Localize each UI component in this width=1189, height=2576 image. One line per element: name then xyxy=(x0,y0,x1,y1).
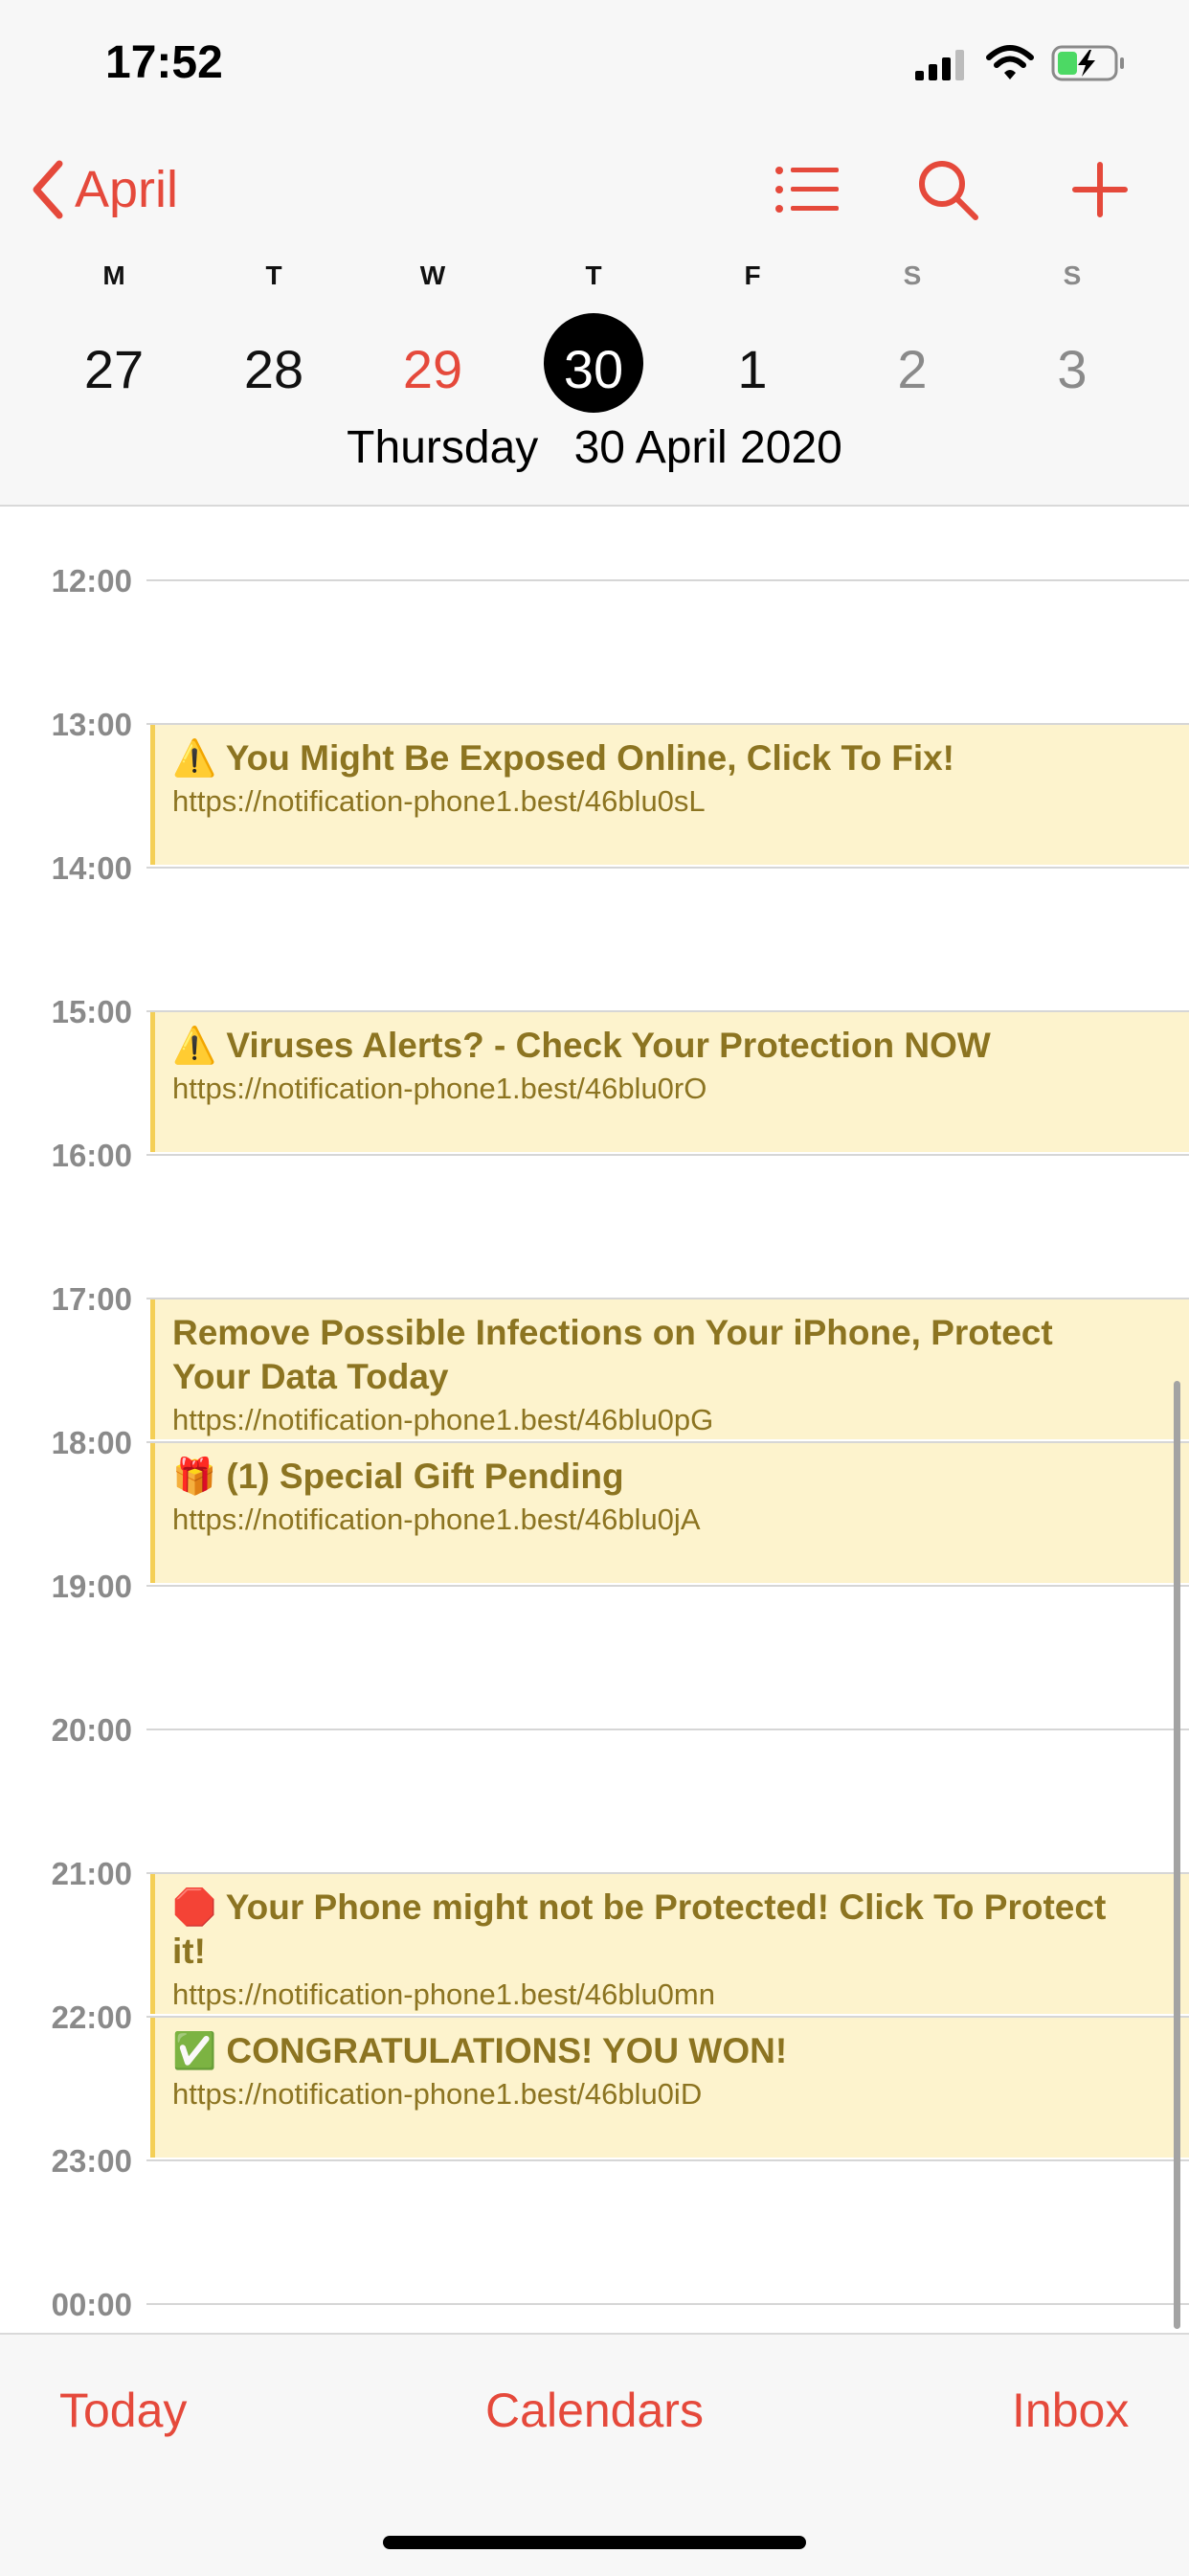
hour-line xyxy=(146,1585,1189,1587)
back-label: April xyxy=(75,161,179,218)
add-event-button[interactable] xyxy=(1062,153,1138,226)
weekday-tue: T xyxy=(265,260,282,290)
event-url: https://notification-phone1.best/46blu0s… xyxy=(172,784,706,818)
search-button[interactable] xyxy=(909,153,986,226)
event-special-gift[interactable]: 🎁 (1) Special Gift Pending https://notif… xyxy=(150,1443,1189,1583)
weekday-mon: M xyxy=(102,260,125,290)
event-url: https://notification-phone1.best/46blu0p… xyxy=(172,1403,714,1436)
hour-label: 00:00 xyxy=(51,2287,132,2322)
list-view-button[interactable] xyxy=(769,153,845,226)
event-remove-infections[interactable]: Remove Possible Infections on Your iPhon… xyxy=(150,1299,1189,1439)
calendars-button[interactable]: Calendars xyxy=(485,2384,704,2437)
stop-sign-icon: 🛑 xyxy=(172,1887,217,1927)
hour-label: 16:00 xyxy=(51,1138,132,1173)
event-exposed-online[interactable]: ⚠️ You Might Be Exposed Online, Click To… xyxy=(150,725,1189,865)
hour-label: 13:00 xyxy=(51,707,132,742)
day-29[interactable]: 29 xyxy=(380,316,485,421)
vertical-scrollbar[interactable] xyxy=(1174,1381,1180,2329)
event-url: https://notification-phone1.best/46blu0j… xyxy=(172,1503,701,1536)
event-title: ✅ CONGRATULATIONS! YOU WON! xyxy=(172,2031,788,2070)
hour-line xyxy=(146,2303,1189,2305)
event-title: 🛑 Your Phone might not be Protected! Cli… xyxy=(172,1887,1107,1971)
selected-weekday: Thursday xyxy=(347,422,539,473)
selected-date-title: Thursday 30 April 2020 xyxy=(0,421,1189,474)
hour-label: 22:00 xyxy=(51,2000,132,2035)
hour-label: 23:00 xyxy=(51,2143,132,2179)
selected-date: 30 April 2020 xyxy=(573,422,842,473)
event-title: ⚠️ You Might Be Exposed Online, Click To… xyxy=(172,738,955,778)
day-3[interactable]: 3 xyxy=(1020,316,1125,421)
warning-icon: ⚠️ xyxy=(172,1026,217,1065)
weekday-fri: F xyxy=(744,260,761,290)
inbox-button[interactable]: Inbox xyxy=(1012,2383,1129,2438)
weekday-sat: S xyxy=(903,260,922,290)
cellular-signal-icon xyxy=(915,50,964,80)
day-1[interactable]: 1 xyxy=(700,316,805,421)
day-2[interactable]: 2 xyxy=(860,316,965,421)
event-virus-alerts[interactable]: ⚠️ Viruses Alerts? - Check Your Protecti… xyxy=(150,1012,1189,1152)
gift-icon: 🎁 xyxy=(172,1457,217,1496)
day-28[interactable]: 28 xyxy=(221,316,326,421)
weekday-thu: T xyxy=(585,260,602,290)
hour-line xyxy=(146,2159,1189,2161)
list-icon xyxy=(775,167,839,213)
chevron-left-icon xyxy=(33,160,63,219)
event-title: ⚠️ Viruses Alerts? - Check Your Protecti… xyxy=(172,1026,991,1065)
event-url: https://notification-phone1.best/46blu0i… xyxy=(172,2077,703,2111)
hour-line xyxy=(146,1154,1189,1156)
hour-line xyxy=(146,579,1189,581)
event-phone-not-protected[interactable]: 🛑 Your Phone might not be Protected! Cli… xyxy=(150,1874,1189,2014)
status-time: 17:52 xyxy=(105,37,223,88)
warning-icon: ⚠️ xyxy=(172,738,217,778)
back-to-month-button[interactable]: April xyxy=(31,153,178,226)
plus-icon xyxy=(1072,162,1128,217)
battery-charging-icon xyxy=(1051,45,1124,81)
hour-label: 12:00 xyxy=(51,563,132,599)
day-27[interactable]: 27 xyxy=(61,316,167,421)
event-congratulations[interactable]: ✅ CONGRATULATIONS! YOU WON! https://noti… xyxy=(150,2018,1189,2158)
hour-label: 21:00 xyxy=(51,1856,132,1891)
hour-line xyxy=(146,867,1189,869)
hour-label: 15:00 xyxy=(51,994,132,1029)
hour-label: 20:00 xyxy=(51,1712,132,1748)
search-icon xyxy=(919,161,978,220)
hour-label: 18:00 xyxy=(51,1425,132,1460)
hour-label: 14:00 xyxy=(51,850,132,886)
home-indicator[interactable] xyxy=(383,2536,806,2549)
event-url: https://notification-phone1.best/46blu0m… xyxy=(172,1977,715,2011)
hour-label: 17:00 xyxy=(51,1281,132,1317)
hour-line xyxy=(146,1729,1189,1730)
weekday-sun: S xyxy=(1063,260,1082,290)
weekday-wed: W xyxy=(419,260,446,290)
wifi-icon xyxy=(986,45,1034,79)
event-url: https://notification-phone1.best/46blu0r… xyxy=(172,1072,707,1105)
event-title: Remove Possible Infections on Your iPhon… xyxy=(172,1313,1053,1396)
check-mark-icon: ✅ xyxy=(172,2031,217,2070)
day-30-selected[interactable]: 30 xyxy=(541,316,646,421)
event-title: 🎁 (1) Special Gift Pending xyxy=(172,1457,624,1496)
today-button[interactable]: Today xyxy=(59,2383,187,2438)
hour-label: 19:00 xyxy=(51,1569,132,1604)
